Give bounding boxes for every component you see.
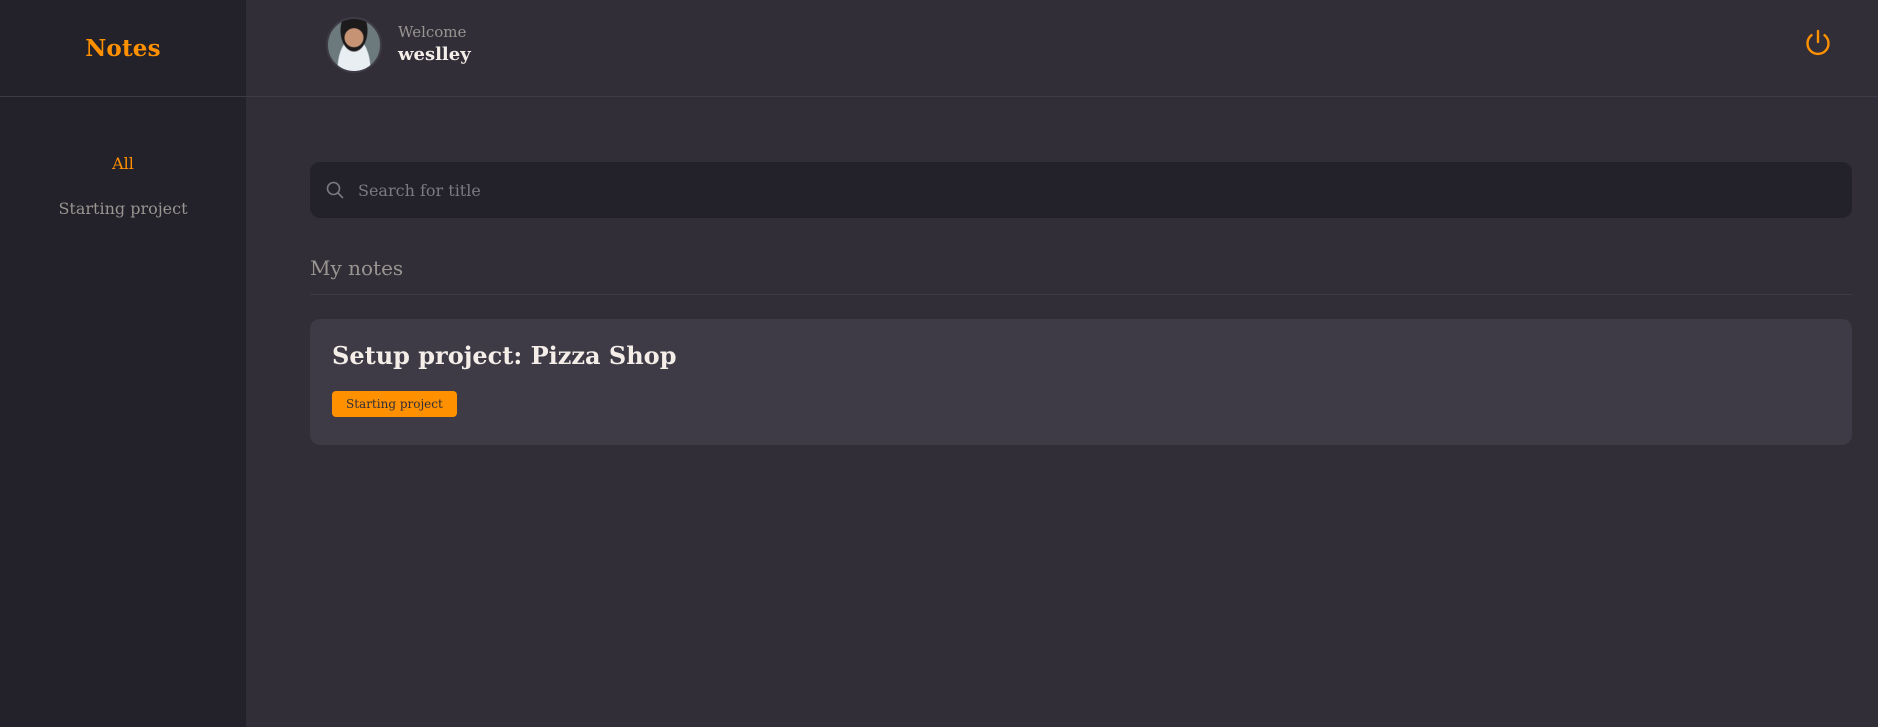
logout-button[interactable]	[1802, 27, 1834, 59]
main-content: My notes Setup project: Pizza Shop Start…	[246, 97, 1878, 727]
brand-area: Notes	[0, 0, 246, 97]
app-root: Notes Welcome weslley All Starting proje…	[0, 0, 1878, 727]
sidebar-item-all[interactable]: All	[112, 154, 134, 174]
note-title: Setup project: Pizza Shop	[332, 341, 677, 370]
power-icon	[1806, 29, 1830, 56]
section-title: My notes	[310, 256, 1852, 295]
username[interactable]: weslley	[398, 42, 471, 68]
search-bar[interactable]	[310, 162, 1852, 218]
welcome-label: Welcome	[398, 23, 467, 41]
search-input[interactable]	[358, 162, 1852, 218]
sidebar: All Starting project	[0, 97, 246, 727]
search-icon	[326, 181, 344, 199]
app-title: Notes	[85, 34, 161, 62]
header: Welcome weslley	[246, 0, 1878, 97]
note-card[interactable]: Setup project: Pizza Shop Starting proje…	[310, 319, 1852, 445]
profile-info: Welcome weslley	[398, 22, 471, 68]
sidebar-item-starting-project[interactable]: Starting project	[58, 199, 187, 219]
avatar[interactable]	[326, 17, 382, 73]
note-tag-badge: Starting project	[332, 391, 457, 417]
